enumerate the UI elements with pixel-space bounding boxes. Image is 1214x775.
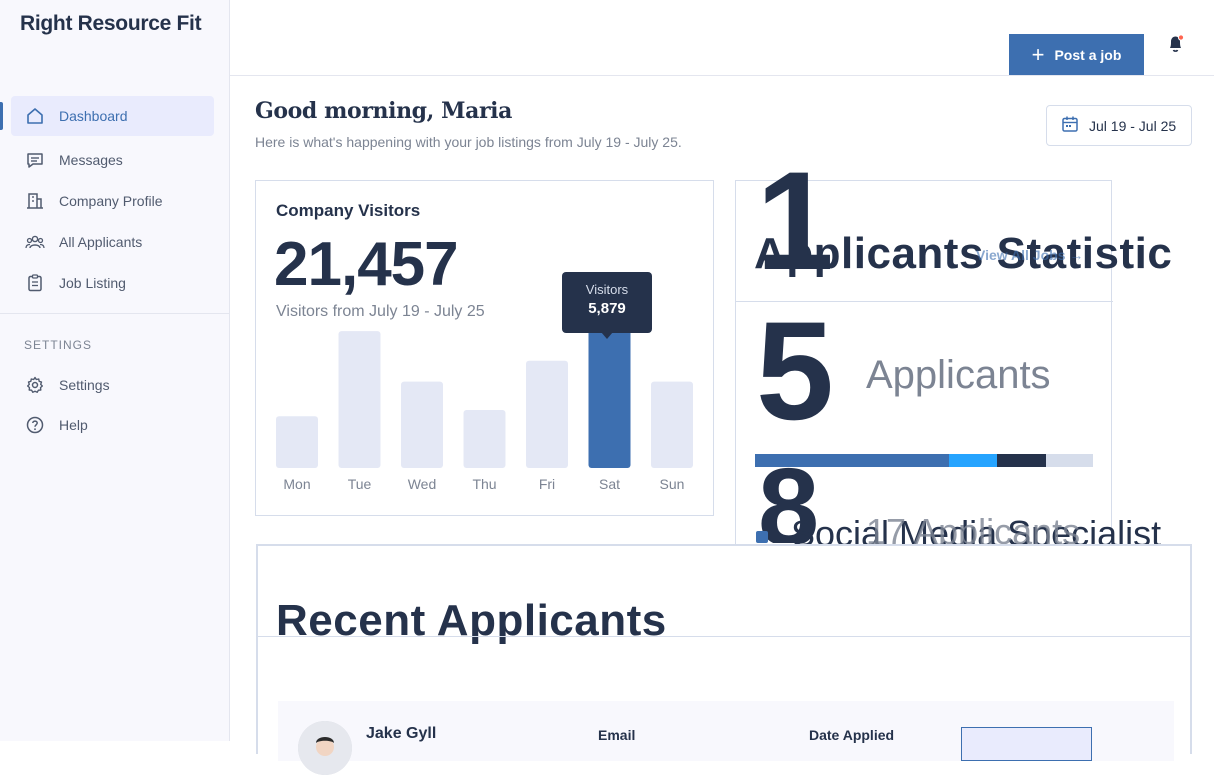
sidebar-item-company-profile[interactable]: Company Profile (11, 181, 214, 221)
applicant-name[interactable]: Jake Gyll (366, 725, 436, 743)
x-tick-label: Mon (283, 476, 310, 492)
users-icon (25, 232, 45, 252)
x-tick-label: Sat (599, 476, 620, 492)
segment-2 (996, 454, 1046, 467)
date-range-label: Jul 19 - Jul 25 (1089, 117, 1177, 134)
sidebar-divider (0, 313, 229, 314)
greeting-subtitle: Here is what's happening with your job l… (255, 134, 682, 150)
recent-header-divider (258, 636, 1192, 637)
avatar (298, 721, 352, 775)
visitors-bar-chart: Mon Tue Wed Thu Fri Sat Sun (276, 322, 693, 492)
settings-heading: SETTINGS (24, 338, 93, 352)
tooltip-value: 5,879 (588, 300, 626, 317)
sidebar-item-label: Job Listing (59, 275, 126, 291)
active-nav-indicator (0, 102, 3, 130)
post-job-button[interactable]: + Post a job (1009, 34, 1144, 75)
gear-icon (25, 375, 45, 395)
clipboard-icon (25, 273, 45, 293)
sidebar-item-help[interactable]: Help (11, 405, 214, 445)
company-visitors-card: Company Visitors 21,457 Visitors from Ju… (255, 180, 714, 516)
sidebar-item-messages[interactable]: Messages (11, 140, 214, 180)
plus-icon: + (1031, 41, 1045, 67)
recent-applicants-title: Recent Applicants (276, 596, 667, 645)
x-tick-label: Tue (348, 476, 372, 492)
sidebar-item-job-listing[interactable]: Job Listing (11, 263, 214, 303)
greeting-heading: Good morning, Maria (255, 98, 512, 124)
arrow-right-icon: → (1069, 247, 1084, 263)
see-application-button[interactable] (961, 727, 1092, 761)
chart-tooltip: Visitors 5,879 (562, 272, 652, 339)
x-tick-label: Thu (472, 476, 496, 492)
applicant-row[interactable]: Jake Gyll Email Date Applied (278, 701, 1174, 775)
notification-bell-icon[interactable] (1166, 33, 1185, 53)
sidebar-item-label: Company Profile (59, 193, 163, 209)
home-icon (25, 106, 45, 126)
stats-big-number-five: 5 (756, 292, 834, 449)
bar-tue[interactable] (338, 331, 381, 468)
help-icon (25, 415, 45, 435)
x-tick-label: Wed (408, 476, 437, 492)
bar-sun[interactable] (651, 381, 693, 468)
bar-fri[interactable] (526, 360, 568, 468)
sidebar-item-all-applicants[interactable]: All Applicants (11, 222, 214, 262)
x-tick-label: Fri (539, 476, 555, 492)
recent-applicants-card: Recent Applicants Jake Gyll Email Date A… (256, 544, 1192, 775)
legend-dot (756, 531, 768, 543)
view-all-jobs-link[interactable]: View All Jobs → (976, 247, 1083, 263)
bar-mon[interactable] (276, 416, 318, 468)
sidebar-item-label: Dashboard (59, 108, 128, 124)
calendar-icon (1061, 115, 1079, 136)
sidebar-item-settings[interactable]: Settings (11, 365, 214, 405)
post-job-label: Post a job (1054, 46, 1122, 63)
tooltip-label: Visitors (585, 282, 629, 297)
segment-3 (1045, 454, 1093, 467)
message-icon (25, 150, 45, 170)
x-tick-label: Sun (660, 476, 685, 492)
bar-wed[interactable] (401, 381, 443, 468)
stats-big-number-one: 1 (756, 142, 834, 299)
tooltip-arrow (601, 332, 613, 339)
sidebar-item-label: Messages (59, 152, 123, 168)
sidebar-item-label: Settings (59, 377, 110, 393)
bar-sat[interactable] (588, 322, 631, 468)
sidebar: Right Resource Fit Dashboard Messages Co… (0, 0, 230, 741)
sidebar-item-dashboard[interactable]: Dashboard (11, 96, 214, 136)
sidebar-item-label: All Applicants (59, 234, 143, 250)
applicants-statistic-card: Applicants Statistic 1 View All Jobs → 5… (735, 151, 1172, 554)
brand-logo[interactable]: Right Resource Fit (20, 12, 202, 36)
view-all-jobs-label: View All Jobs (976, 247, 1066, 263)
bar-thu[interactable] (463, 410, 506, 468)
sidebar-item-label: Help (59, 417, 88, 433)
stats-applicants-label: Applicants (866, 353, 1051, 397)
segment-1 (949, 454, 997, 467)
date-range-picker[interactable]: Jul 19 - Jul 25 (1046, 105, 1192, 146)
building-icon (25, 191, 45, 211)
